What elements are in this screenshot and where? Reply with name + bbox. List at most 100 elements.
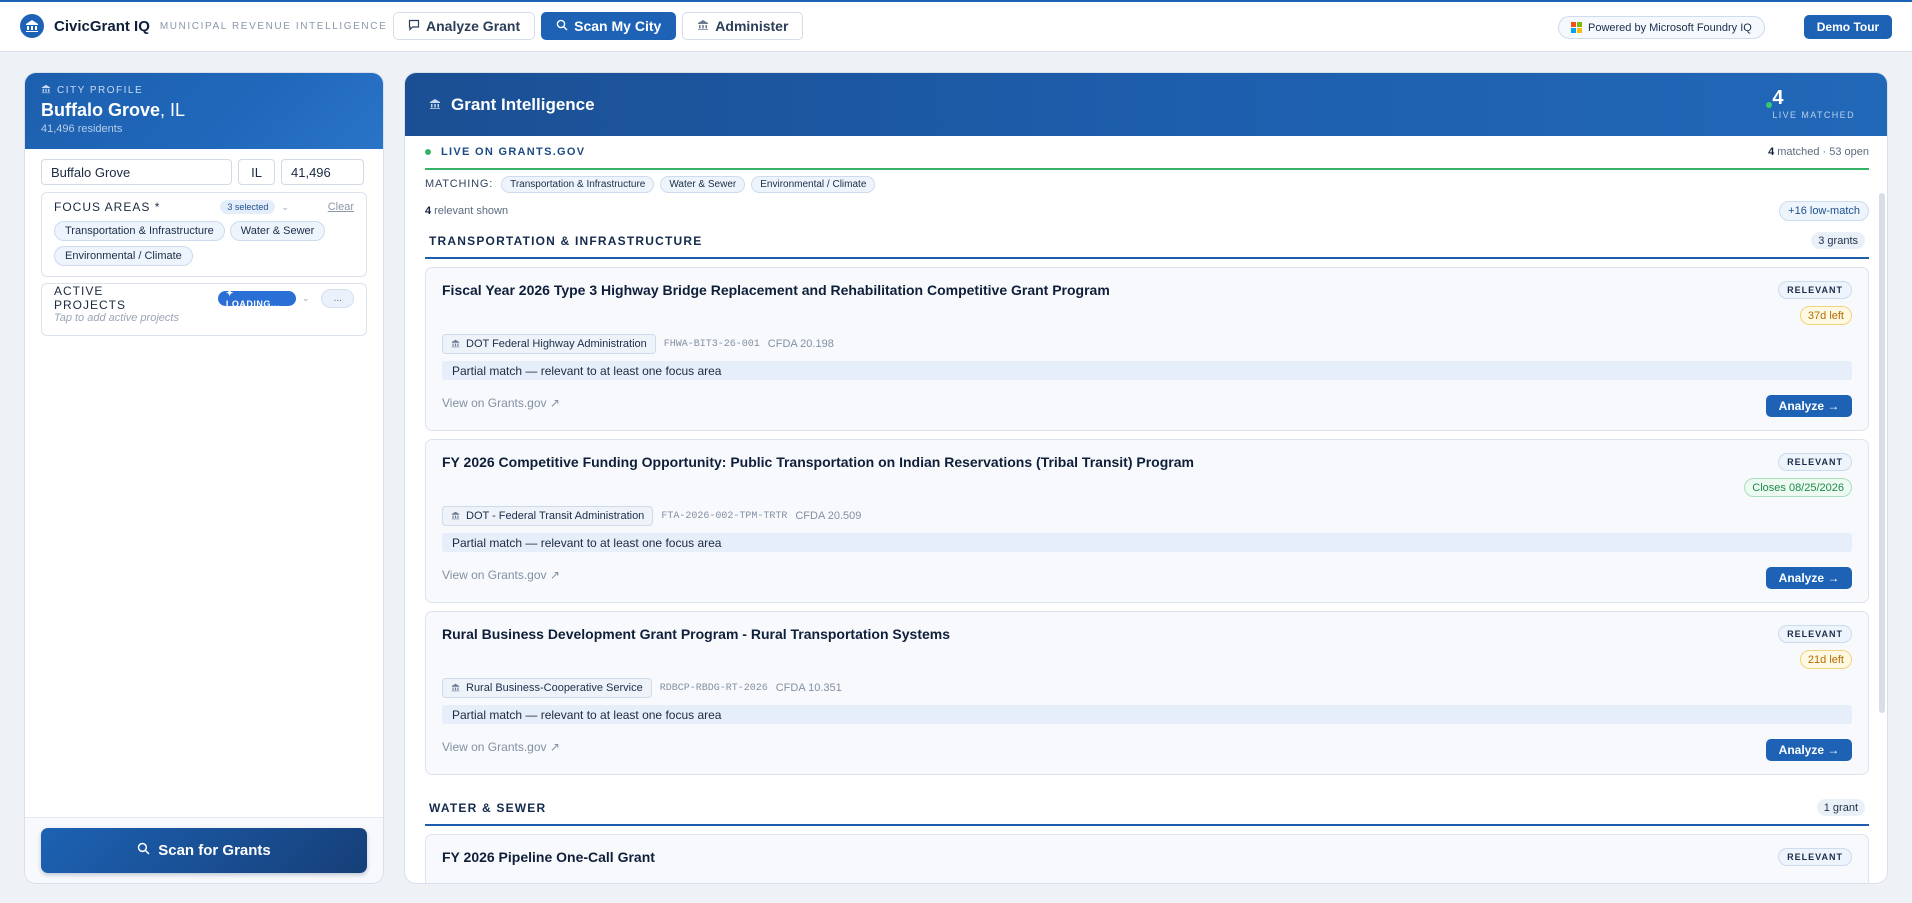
grant-card: Fiscal Year 2026 Type 3 Highway Bridge R… — [425, 267, 1869, 431]
relevance-badge: RELEVANT — [1778, 453, 1852, 471]
chevron-down-icon[interactable]: ⌄ — [302, 293, 310, 304]
active-projects-card[interactable]: ACTIVE PROJECTS ✦ LOADING... ⌄ ... Tap t… — [41, 283, 367, 336]
source-row: LIVE ON GRANTS.GOV 4 matched · 53 open — [425, 136, 1869, 170]
state-input[interactable]: IL — [238, 159, 275, 185]
matching-row: MATCHING: Transportation & Infrastructur… — [425, 170, 1869, 198]
population-input[interactable]: 41,496 — [281, 159, 364, 185]
shown-row: 4 relevant shown +16 low-match — [425, 198, 1869, 224]
city-state: , IL — [160, 100, 186, 120]
focus-chip[interactable]: Transportation & Infrastructure — [54, 221, 225, 241]
category-count: 1 grant — [1816, 799, 1865, 816]
loading-badge: ✦ LOADING... — [217, 288, 296, 309]
top-bar: CivicGrant IQ MUNICIPAL REVENUE INTELLIG… — [0, 0, 1912, 52]
category-count: 3 grants — [1811, 232, 1865, 249]
grant-intelligence-header: Grant Intelligence 4 LIVE MATCHED — [405, 73, 1887, 136]
relevance-badge: RELEVANT — [1778, 281, 1852, 299]
active-projects-title: ACTIVE PROJECTS — [54, 284, 127, 312]
live-indicator-dot — [1766, 102, 1772, 108]
matching-chip: Transportation & Infrastructure — [501, 175, 655, 193]
nav-analyze-grant-label: Analyze Grant — [426, 18, 521, 34]
view-on-grants-link[interactable]: View on Grants.gov ↗ — [442, 396, 560, 410]
city-profile-label-text: CITY PROFILE — [57, 85, 144, 96]
view-on-grants-link[interactable]: View on Grants.gov ↗ — [442, 568, 560, 582]
bank-icon — [451, 511, 460, 522]
scan-for-grants-button[interactable]: Scan for Grants — [41, 828, 367, 873]
cfda-number: CFDA 20.198 — [767, 338, 834, 350]
agency-tag: DOT - Federal Transit Administration — [442, 506, 654, 526]
focus-areas-card: FOCUS AREAS * 3 selected ⌄ Clear Transpo… — [41, 192, 367, 277]
city-profile-label: CITY PROFILE — [41, 84, 367, 97]
scan-footer: Scan for Grants — [25, 817, 383, 883]
demo-tour-button[interactable]: Demo Tour — [1804, 15, 1892, 39]
match-note: Partial match — relevant to at least one… — [442, 705, 1852, 724]
relevance-badge: RELEVANT — [1778, 625, 1852, 643]
city-input[interactable]: Buffalo Grove — [41, 159, 232, 185]
focus-chips: Transportation & Infrastructure Water & … — [42, 215, 366, 266]
view-on-grants-link[interactable]: View on Grants.gov ↗ — [442, 740, 560, 754]
grant-card: FY 2026 Pipeline One-Call Grant RELEVANT — [425, 834, 1869, 883]
matching-chip: Environmental / Climate — [751, 175, 876, 193]
bank-icon — [41, 84, 51, 97]
deadline-badge: Closes 08/25/2026 — [1744, 478, 1852, 497]
powered-by-badge: Powered by Microsoft Foundry IQ — [1558, 16, 1765, 39]
matching-chip: Water & Sewer — [660, 175, 746, 193]
results-scrollbar[interactable] — [1879, 193, 1885, 713]
grant-results: LIVE ON GRANTS.GOV 4 matched · 53 open M… — [425, 136, 1869, 883]
low-match-toggle[interactable]: +16 low-match — [1779, 201, 1869, 221]
relevance-badge: RELEVANT — [1778, 848, 1852, 866]
analyze-button[interactable]: Analyze → — [1766, 395, 1852, 417]
agency-tag: Rural Business-Cooperative Service — [442, 678, 652, 698]
bank-icon — [429, 98, 441, 113]
nav-analyze-grant[interactable]: Analyze Grant — [393, 12, 536, 40]
category-header: WATER & SEWER 1 grant — [425, 791, 1869, 826]
scan-for-grants-label: Scan for Grants — [158, 842, 271, 859]
active-projects-header: ACTIVE PROJECTS ✦ LOADING... ⌄ ... — [42, 284, 366, 312]
chevron-down-icon[interactable]: ⌄ — [281, 202, 289, 213]
city-inputs: Buffalo Grove IL 41,496 — [41, 159, 364, 185]
search-icon — [137, 842, 150, 859]
nav-administer-label: Administer — [715, 18, 789, 34]
live-matched-label: LIVE MATCHED — [1772, 110, 1855, 120]
agency-row: DOT - Federal Transit Administration FTA… — [442, 506, 861, 526]
shown-rest: relevant shown — [434, 205, 509, 217]
nav-scan-my-city[interactable]: Scan My City — [541, 12, 677, 40]
grant-title: FY 2026 Competitive Funding Opportunity:… — [442, 454, 1194, 470]
focus-areas-title: FOCUS AREAS * — [54, 200, 161, 214]
deadline-badge: 37d left — [1799, 306, 1852, 325]
city-name-heading: Buffalo Grove, IL — [41, 100, 367, 121]
focus-chip[interactable]: Environmental / Climate — [54, 246, 193, 266]
match-note: Partial match — relevant to at least one… — [442, 533, 1852, 552]
matched-summary: 4 matched · 53 open — [1768, 146, 1869, 158]
focus-areas-header[interactable]: FOCUS AREAS * 3 selected ⌄ Clear — [42, 193, 366, 215]
analyze-button[interactable]: Analyze → — [1766, 739, 1852, 761]
agency-name: DOT - Federal Transit Administration — [466, 510, 645, 522]
opportunity-code: FHWA-BIT3-26-001 — [663, 338, 760, 350]
grant-card: FY 2026 Competitive Funding Opportunity:… — [425, 439, 1869, 603]
agency-name: DOT Federal Highway Administration — [466, 338, 647, 350]
city-residents: 41,496 residents — [41, 123, 123, 135]
microsoft-logo-icon — [1571, 22, 1582, 33]
grant-intelligence-panel: Grant Intelligence 4 LIVE MATCHED LIVE O… — [404, 72, 1888, 884]
nav-scan-my-city-label: Scan My City — [574, 18, 662, 34]
shown-count: 4 — [425, 205, 432, 217]
category-name: WATER & SEWER — [429, 800, 547, 815]
more-options-button[interactable]: ... — [321, 288, 354, 308]
main-nav: Analyze Grant Scan My City Administer — [393, 12, 804, 40]
nav-administer[interactable]: Administer — [682, 12, 804, 40]
panel-title-text: Grant Intelligence — [451, 95, 595, 114]
focus-selected-badge: 3 selected — [220, 200, 276, 214]
agency-name: Rural Business-Cooperative Service — [466, 682, 643, 694]
powered-by-text: Powered by Microsoft Foundry IQ — [1588, 21, 1752, 34]
cfda-number: CFDA 20.509 — [795, 510, 862, 522]
bank-icon — [451, 683, 460, 694]
match-note: Partial match — relevant to at least one… — [442, 361, 1852, 380]
city-profile-panel: CITY PROFILE Buffalo Grove, IL 41,496 re… — [24, 72, 384, 884]
brand[interactable]: CivicGrant IQ MUNICIPAL REVENUE INTELLIG… — [20, 14, 387, 38]
deadline-badge: 21d left — [1799, 650, 1852, 669]
focus-chip[interactable]: Water & Sewer — [229, 221, 326, 241]
analyze-button[interactable]: Analyze → — [1766, 567, 1852, 589]
focus-clear-link[interactable]: Clear — [328, 201, 354, 213]
cfda-number: CFDA 10.351 — [775, 682, 842, 694]
app-name: CivicGrant IQ — [54, 17, 150, 35]
matching-label: MATCHING: — [425, 178, 494, 190]
